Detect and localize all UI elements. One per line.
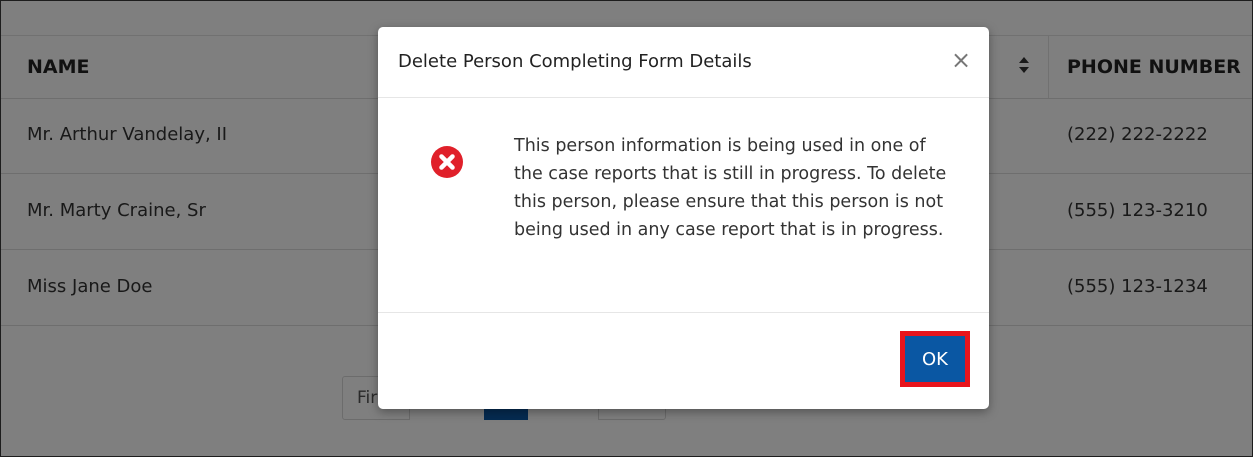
modal-title: Delete Person Completing Form Details [398,51,752,72]
error-x-circle-icon [431,146,463,178]
modal-message: This person information is being used in… [514,136,947,240]
delete-person-dialog: Delete Person Completing Form Details × … [378,27,989,409]
modal-footer: OK [378,312,989,410]
modal-body: This person information is being used in… [378,98,989,312]
ok-button[interactable]: OK [905,336,965,382]
ok-button-highlight: OK [900,331,970,387]
modal-header: Delete Person Completing Form Details × [378,27,989,98]
close-icon[interactable]: × [947,46,975,74]
